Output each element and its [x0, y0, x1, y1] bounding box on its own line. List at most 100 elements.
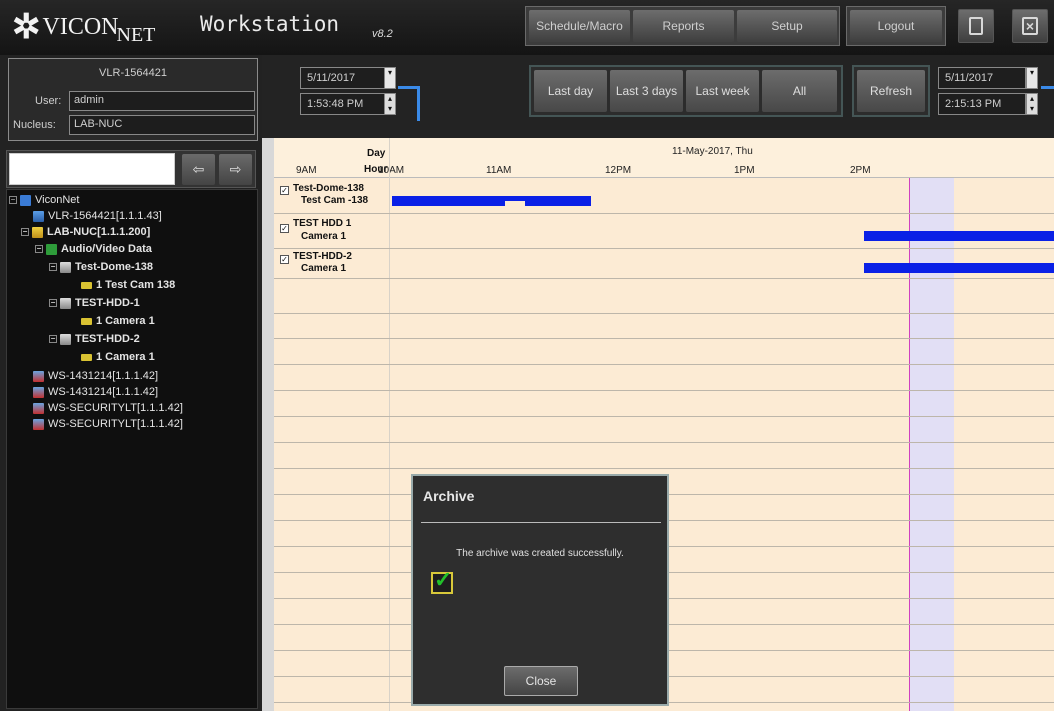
tree-item-vlr[interactable]: VLR-1564421[1.1.1.43] — [33, 209, 162, 223]
tree-item-camera[interactable]: 1 Camera 1 — [81, 314, 155, 328]
device-icon — [60, 261, 71, 273]
hour-11am: 11AM — [486, 165, 512, 176]
workstation-window: ✲ VICON NET Workstation v8.2 Schedule/Ma… — [0, 0, 1054, 711]
tree-item-hdd2[interactable]: − TEST-HDD-2 — [49, 332, 140, 346]
schedule-macro-button[interactable]: Schedule/Macro — [529, 10, 630, 42]
camera-icon — [81, 317, 92, 325]
tree-item-label: Audio/Video Data — [61, 243, 152, 255]
row-divider — [274, 364, 1054, 365]
row-divider — [274, 313, 1054, 314]
tree-item-av-data[interactable]: − Audio/Video Data — [35, 242, 152, 256]
collapse-icon[interactable]: − — [49, 299, 57, 307]
search-next-button[interactable]: ⇨ — [219, 154, 252, 185]
network-icon — [20, 194, 31, 206]
tree-item-label: VLR-1564421[1.1.1.43] — [48, 210, 162, 222]
tree-item-label: WS-SECURITYLT[1.1.1.42] — [48, 418, 183, 430]
end-arrow-icon — [1041, 86, 1054, 92]
workstation-icon — [33, 386, 44, 398]
collapse-icon[interactable]: − — [35, 245, 43, 253]
end-date-field[interactable]: 5/11/2017 — [938, 67, 1026, 89]
dialog-separator — [421, 522, 661, 523]
start-date-dropdown[interactable]: ▾ — [384, 67, 396, 89]
tree-item-ws[interactable]: WS-1431214[1.1.1.42] — [33, 385, 158, 399]
tree-item-camera[interactable]: 1 Camera 1 — [81, 350, 155, 364]
tree-item-label: LAB-NUC[1.1.1.200] — [47, 226, 151, 238]
row-divider — [274, 416, 1054, 417]
last-week-button[interactable]: Last week — [686, 70, 759, 112]
tree-item-label: 1 Camera 1 — [96, 315, 155, 327]
tree-item-label: WS-1431214[1.1.1.42] — [48, 386, 159, 398]
arrow-right-icon: ⇨ — [229, 161, 242, 177]
last-day-button[interactable]: Last day — [534, 70, 607, 112]
tree-item-hdd1[interactable]: − TEST-HDD-1 — [49, 296, 140, 310]
collapse-icon[interactable]: − — [9, 196, 17, 204]
login-info: VLR-1564421 User: admin Nucleus: LAB-NUC — [8, 58, 258, 141]
reports-button[interactable]: Reports — [633, 10, 734, 42]
tree-item-viconnet[interactable]: − ViconNet — [9, 193, 79, 207]
row-divider — [274, 213, 1054, 214]
row-device: TEST HDD 1 — [293, 218, 352, 229]
tree-item-ws[interactable]: WS-SECURITYLT[1.1.1.42] — [33, 417, 183, 431]
row-divider — [274, 338, 1054, 339]
camera-icon — [81, 353, 92, 361]
tree-item-lab-nuc[interactable]: − LAB-NUC[1.1.1.200] — [21, 225, 150, 239]
logout-group: Logout — [846, 6, 946, 46]
tree-item-label: WS-1431214[1.1.1.42] — [48, 370, 159, 382]
date-label: 11-May-2017, Thu — [672, 146, 753, 157]
row-divider — [274, 278, 1054, 279]
close-dialog-button[interactable]: Close — [504, 666, 578, 696]
tree-item-camera[interactable]: 1 Test Cam 138 — [81, 278, 175, 292]
tree-item-ws[interactable]: WS-SECURITYLT[1.1.1.42] — [33, 401, 183, 415]
title-bar: ✲ VICON NET Workstation v8.2 Schedule/Ma… — [0, 0, 1054, 55]
row-camera: Camera 1 — [301, 263, 347, 274]
arrow-left-icon: ⇦ — [192, 161, 205, 177]
tree-item-ws[interactable]: WS-1431214[1.1.1.42] — [33, 369, 158, 383]
hour-10am: 10AM — [378, 165, 405, 176]
collapse-icon[interactable]: − — [21, 228, 29, 236]
tree-item-label: Test-Dome-138 — [75, 261, 154, 273]
tree-item-test-dome[interactable]: − Test-Dome-138 — [49, 260, 153, 274]
recording-bar[interactable] — [864, 263, 1054, 273]
time-range-controls: 5/11/2017 ▾ 1:53:48 PM ▴ ▾ Last day Last … — [262, 55, 1054, 138]
nucleus-field[interactable]: LAB-NUC — [69, 115, 255, 135]
refresh-group: Refresh — [852, 65, 930, 117]
row-checkbox[interactable]: ✓ — [280, 186, 289, 195]
close-button[interactable]: × — [1012, 9, 1048, 43]
search-prev-button[interactable]: ⇦ — [182, 154, 215, 185]
end-date-dropdown[interactable]: ▾ — [1026, 67, 1038, 89]
setup-button[interactable]: Setup — [737, 10, 837, 42]
row-checkbox[interactable]: ✓ — [280, 255, 289, 264]
hour-1pm: 1PM — [734, 165, 755, 176]
device-icon — [60, 333, 71, 345]
vicon-logo: ✲ VICON NET — [12, 6, 155, 48]
tree-search-bar: ⇦ ⇨ — [6, 150, 256, 188]
last-3-days-button[interactable]: Last 3 days — [610, 70, 683, 112]
logout-button[interactable]: Logout — [850, 10, 942, 42]
tree-search-input[interactable] — [9, 153, 175, 185]
refresh-button[interactable]: Refresh — [857, 70, 925, 112]
hour-9am: 9AM — [296, 165, 317, 176]
all-button[interactable]: All — [762, 70, 837, 112]
timeline-header: Day Hour 11-May-2017, Thu 9AM 10AM 11AM … — [274, 138, 1054, 178]
row-device: TEST-HDD-2 — [293, 251, 352, 262]
recording-bar[interactable] — [392, 196, 505, 206]
recording-bar[interactable] — [864, 231, 1054, 241]
end-time-field[interactable]: 2:15:13 PM — [938, 93, 1026, 115]
collapse-icon[interactable]: − — [49, 335, 57, 343]
end-time-spinner[interactable]: ▴ ▾ — [1026, 93, 1038, 115]
row-checkbox[interactable]: ✓ — [280, 224, 289, 233]
start-time-field[interactable]: 1:53:48 PM — [300, 93, 394, 115]
left-panel: VLR-1564421 User: admin Nucleus: LAB-NUC… — [0, 55, 262, 711]
recording-bar[interactable] — [525, 196, 591, 206]
tree-item-label: TEST-HDD-1 — [75, 297, 140, 309]
device-icon — [60, 297, 71, 309]
start-date-field[interactable]: 5/11/2017 — [300, 67, 394, 89]
recording-bar[interactable] — [505, 196, 525, 201]
minimize-button[interactable] — [958, 9, 994, 43]
start-time-spinner[interactable]: ▴ ▾ — [384, 93, 396, 115]
timeline-scroll-strip[interactable] — [262, 138, 274, 711]
current-time-line — [909, 178, 910, 711]
user-field[interactable]: admin — [69, 91, 255, 111]
collapse-icon[interactable]: − — [49, 263, 57, 271]
archive-dialog: Archive The archive was created successf… — [411, 474, 669, 706]
